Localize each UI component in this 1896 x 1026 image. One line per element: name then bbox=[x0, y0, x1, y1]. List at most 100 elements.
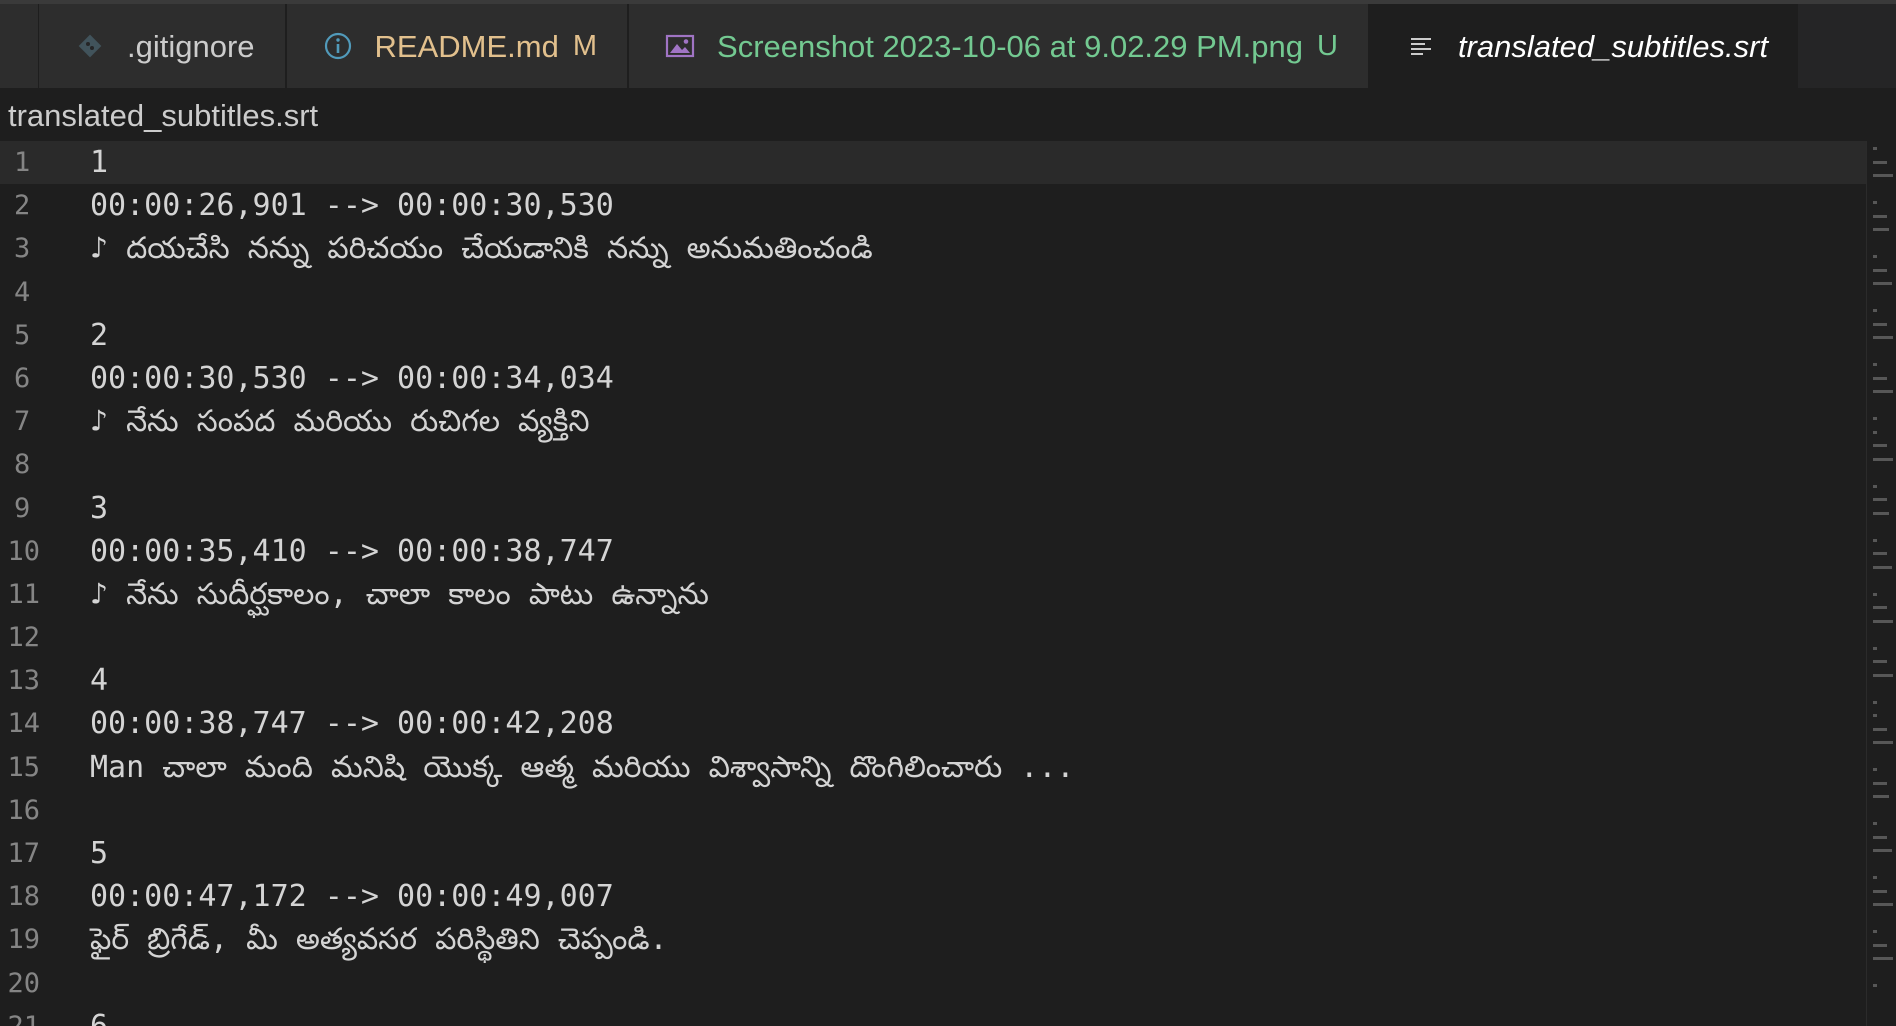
minimap-line bbox=[1873, 552, 1888, 555]
line-text: 4 bbox=[90, 663, 109, 699]
minimap-line bbox=[1873, 322, 1888, 326]
code-line[interactable]: 13 4 bbox=[0, 659, 1896, 702]
line-text: ♪ నేను సంపద మరియు రుచిగల వ్యక్తిని bbox=[90, 404, 590, 440]
minimap-line bbox=[1873, 376, 1888, 380]
line-text: ♪ నేను సుదీర్ఘకాలం, చాలా కాలం పాటు ఉన్నా… bbox=[90, 576, 709, 612]
code-line[interactable]: 12 bbox=[0, 616, 1896, 659]
code-line[interactable]: 16 bbox=[0, 789, 1896, 832]
minimap-line bbox=[1873, 930, 1878, 933]
line-number: 10 bbox=[7, 535, 40, 567]
minimap-line bbox=[1873, 484, 1878, 488]
line-number: 20 bbox=[7, 967, 40, 999]
code-line[interactable]: 11 bbox=[0, 141, 1866, 185]
git-diamond-icon bbox=[73, 29, 107, 63]
line-text: 00:00:35,410 --> 00:00:38,747 bbox=[90, 533, 614, 569]
minimap-line bbox=[1873, 781, 1888, 785]
code-line[interactable]: 20 bbox=[0, 962, 1896, 1005]
minimap-line bbox=[1873, 876, 1878, 879]
line-text: 6 bbox=[90, 1005, 108, 1026]
code-line[interactable]: 4 bbox=[0, 271, 1896, 314]
line-number: 15 bbox=[7, 751, 40, 783]
line-number: 21 bbox=[0, 1005, 40, 1026]
minimap-line bbox=[1873, 957, 1893, 960]
tab-label: Screenshot 2023-10-06 at 9.02.29 PM.png bbox=[717, 28, 1303, 64]
line-text: 3 bbox=[90, 490, 109, 526]
code-line[interactable]: 6 00:00:30,530 --> 00:00:34,034 bbox=[0, 357, 1896, 400]
minimap-line bbox=[1873, 417, 1878, 420]
code-line[interactable]: 11 ♪ నేను సుదీర్ఘకాలం, చాలా కాలం పాటు ఉన్… bbox=[0, 573, 1896, 616]
minimap-line bbox=[1873, 336, 1893, 339]
line-text: 5 bbox=[90, 836, 109, 871]
minimap-line bbox=[1873, 646, 1878, 650]
line-text: ♪ దయచేసి నన్ను పరిచయం చేయడానికి నన్ను అన… bbox=[90, 231, 873, 267]
line-number: 11 bbox=[7, 578, 40, 610]
minimap-line bbox=[1873, 538, 1878, 542]
tab-translated-subtitles[interactable]: translated_subtitles.srt bbox=[1369, 4, 1799, 88]
line-text: Man చాలా మంది మనిషి యొక్క ఆత్మ మరియు విశ… bbox=[90, 749, 1075, 785]
code-line[interactable]: 15 Man చాలా మంది మనిషి యొక్క ఆత్మ మరియు వ… bbox=[0, 746, 1896, 789]
code-line[interactable]: 52 bbox=[0, 314, 1896, 357]
minimap[interactable] bbox=[1866, 141, 1896, 1026]
line-text: 1 bbox=[90, 145, 109, 180]
code-line[interactable]: 8 bbox=[0, 443, 1896, 486]
minimap-line bbox=[1873, 282, 1892, 285]
code-line[interactable]: 17 5 bbox=[0, 832, 1896, 875]
line-number: 9 bbox=[14, 492, 31, 524]
line-number: 7 bbox=[14, 406, 31, 438]
code-line[interactable]: 10 00:00:35,410 --> 00:00:38,747 bbox=[0, 530, 1896, 573]
minimap-line bbox=[1873, 268, 1888, 272]
line-number: 4 bbox=[14, 276, 31, 308]
minimap-line bbox=[1873, 457, 1893, 461]
minimap-line bbox=[1873, 727, 1888, 731]
code-line[interactable]: 2 00:00:26,901 --> 00:00:30,530 bbox=[0, 184, 1896, 227]
line-text: 2 bbox=[90, 317, 109, 353]
code-line[interactable]: 3 ♪ దయచేసి నన్ను పరిచయం చేయడానికి నన్ను అ… bbox=[0, 227, 1896, 270]
code-line[interactable]: 93 bbox=[0, 487, 1896, 530]
minimap-line bbox=[1873, 565, 1892, 569]
minimap-line bbox=[1873, 903, 1893, 906]
line-number: 8 bbox=[14, 449, 31, 481]
code-line[interactable]: 21 6 bbox=[0, 1005, 1896, 1026]
tab-bar: .gitignore README.md M Screenshot 2023-1… bbox=[0, 0, 1896, 88]
minimap-line bbox=[1873, 430, 1878, 434]
line-number: 14 bbox=[7, 708, 40, 740]
minimap-line bbox=[1873, 822, 1878, 825]
breadcrumb[interactable]: translated_subtitles.srt bbox=[8, 94, 318, 138]
minimap-line bbox=[1873, 714, 1878, 717]
minimap-line bbox=[1873, 201, 1878, 204]
line-text: 00:00:47,172 --> 00:00:49,007 bbox=[90, 879, 614, 915]
code-line[interactable]: 14 00:00:38,747 --> 00:00:42,208 bbox=[0, 702, 1896, 745]
untracked-badge: U bbox=[1316, 29, 1338, 62]
minimap-line bbox=[1873, 363, 1878, 366]
line-number: 1 bbox=[14, 147, 31, 178]
minimap-line bbox=[1873, 147, 1878, 150]
minimap-line bbox=[1873, 619, 1893, 623]
code-line[interactable]: 7 ♪ నేను సంపద మరియు రుచిగల వ్యక్తిని bbox=[0, 400, 1896, 443]
minimap-line bbox=[1873, 673, 1893, 677]
minimap-line bbox=[1873, 160, 1888, 164]
minimap-line bbox=[1873, 889, 1888, 893]
code-line[interactable]: 18 00:00:47,172 --> 00:00:49,007 bbox=[0, 875, 1896, 918]
line-number: 12 bbox=[7, 622, 40, 654]
minimap-line bbox=[1873, 700, 1878, 704]
minimap-line bbox=[1873, 984, 1878, 987]
code-editor[interactable]: 1 1 2 00:00:26,901 --> 00:00:30,530 3 ♪ దయచేస… bbox=[0, 141, 1896, 1026]
line-number: 3 bbox=[14, 233, 31, 265]
minimap-line bbox=[1873, 835, 1888, 839]
line-text: ఫైర్ బ్రిగేడ్, మీ అత్యవసర పరిస్థితిని చె… bbox=[90, 922, 668, 958]
tab-gitignore[interactable]: .gitignore bbox=[39, 4, 287, 88]
minimap-line bbox=[1873, 768, 1878, 771]
tab-label: README.md bbox=[374, 28, 559, 64]
minimap-line bbox=[1873, 592, 1878, 596]
editor-window: .gitignore README.md M Screenshot 2023-1… bbox=[0, 0, 1896, 1026]
minimap-line bbox=[1873, 214, 1888, 218]
tab-readme[interactable]: README.md M bbox=[286, 4, 630, 88]
minimap-line bbox=[1873, 255, 1878, 258]
minimap-line bbox=[1873, 390, 1893, 393]
code-line[interactable]: 19 ఫైర్ బ్రిగేడ్, మీ అత్యవసర పరిస్థితిని … bbox=[0, 918, 1896, 961]
minimap-line bbox=[1873, 498, 1888, 501]
line-number: 17 bbox=[7, 838, 40, 869]
tab-label: translated_subtitles.srt bbox=[1457, 28, 1769, 64]
tab-screenshot[interactable]: Screenshot 2023-10-06 at 9.02.29 PM.png … bbox=[629, 4, 1370, 88]
tab-bar-spacer bbox=[0, 4, 39, 88]
